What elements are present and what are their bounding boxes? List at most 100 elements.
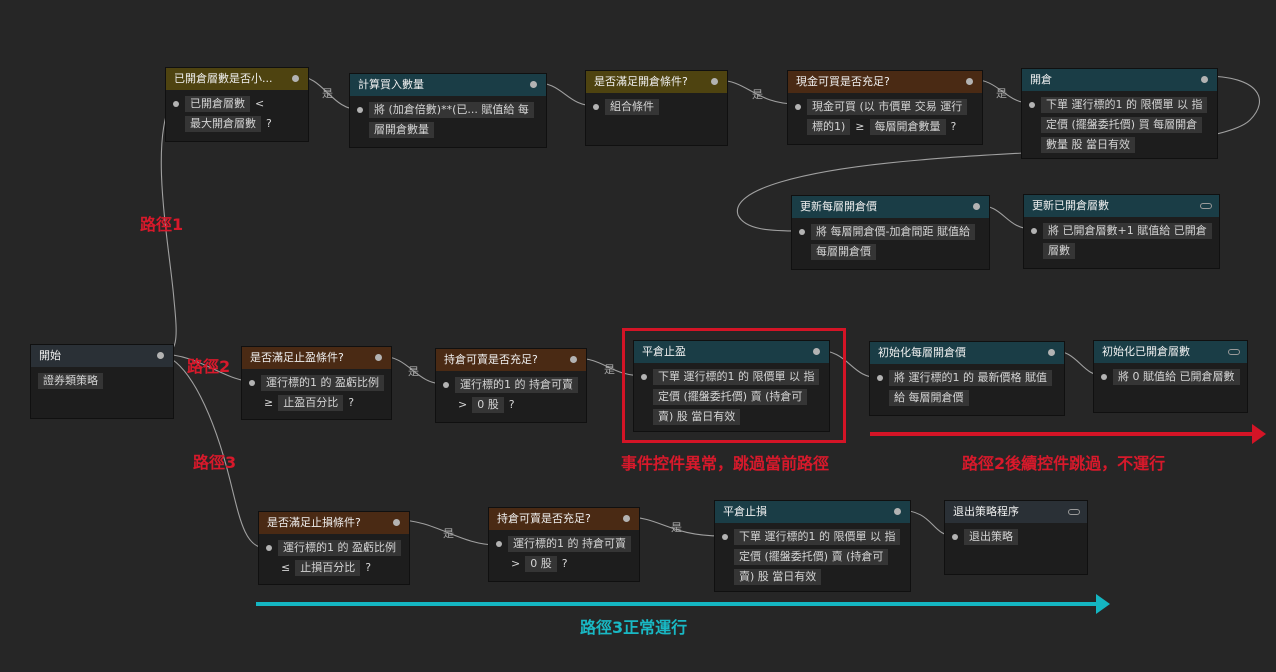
strategy-type-pill[interactable]: 證券類策略 — [38, 373, 103, 389]
variable-pill[interactable]: 每層開倉數量 — [869, 119, 946, 135]
variable-pill[interactable]: 止損百分比 — [295, 560, 361, 576]
input-port-icon[interactable] — [266, 545, 272, 551]
input-port-icon[interactable] — [799, 229, 805, 235]
path2-skip-note: 路徑2後續控件跳過，不運行 — [962, 454, 1166, 473]
node-title: 現金可買是否充足? — [796, 75, 890, 88]
node-title: 持倉可賣是否充足? — [444, 353, 538, 366]
node-init-layer-count[interactable]: 初始化已開倉層數 將 0 賦值給 已開倉層數 — [1093, 340, 1248, 413]
output-port-icon[interactable] — [393, 519, 400, 526]
expression-pill[interactable]: 運行標的1 的 持倉可賣 — [455, 377, 578, 393]
input-port-icon[interactable] — [952, 534, 958, 540]
assign-pill[interactable]: 將 已開倉層數+1 賦值給 已開倉 — [1043, 223, 1212, 239]
order-pill[interactable]: 下單 運行標的1 的 限價單 以 指 — [1041, 97, 1208, 113]
action-pill[interactable]: 退出策略 — [964, 529, 1018, 545]
node-init-layer-price[interactable]: 初始化每層開倉價 將 運行標的1 的 最新價格 賦值給 每層開倉價 — [869, 341, 1065, 416]
order-pill[interactable]: 下單 運行標的1 的 限價單 以 指 — [734, 529, 901, 545]
input-port-icon[interactable] — [795, 104, 801, 110]
input-port-icon[interactable] — [1101, 374, 1107, 380]
output-port-icon[interactable] — [973, 203, 980, 210]
value-pill[interactable]: 0 股 — [472, 397, 504, 413]
assign-pill[interactable]: 層數 — [1043, 243, 1075, 259]
node-exit-strategy[interactable]: 退出策略程序 退出策略 — [944, 500, 1088, 575]
assign-pill[interactable]: 給 每層開倉價 — [889, 390, 969, 406]
input-port-icon[interactable] — [593, 104, 599, 110]
operator-text: > — [511, 557, 521, 570]
operator-text: ≤ — [281, 561, 291, 574]
path3-normal-note: 路徑3正常運行 — [580, 618, 688, 637]
node-title: 平倉止損 — [723, 505, 767, 518]
node-calc-buy-qty[interactable]: 計算買入數量 將 (加倉倍數)**(已... 賦值給 每層開倉數量 — [349, 73, 547, 148]
input-port-icon[interactable] — [1031, 228, 1037, 234]
output-port-icon[interactable] — [623, 515, 630, 522]
expression-pill[interactable]: 標的1) — [807, 119, 851, 135]
node-title: 開倉 — [1030, 73, 1052, 86]
output-port-icon[interactable] — [530, 81, 537, 88]
node-layer-check[interactable]: 已開倉層數是否小... 已開倉層數 < 最大開倉層數? — [165, 67, 309, 142]
question-text: ? — [266, 117, 272, 130]
path3-normal-arrow-head — [1096, 594, 1110, 614]
output-port-icon[interactable] — [1048, 349, 1055, 356]
node-open-condition[interactable]: 是否滿足開倉條件? 組合條件 — [585, 70, 728, 146]
node-update-layer-count[interactable]: 更新已開倉層數 將 已開倉層數+1 賦值給 已開倉 層數 — [1023, 194, 1220, 269]
order-pill[interactable]: 數量 股 當日有效 — [1041, 137, 1135, 153]
expression-pill[interactable]: 運行標的1 的 盈虧比例 — [278, 540, 401, 556]
node-title: 計算買入數量 — [358, 78, 424, 91]
variable-pill[interactable]: 最大開倉層數 — [185, 116, 261, 132]
node-sellable-check[interactable]: 持倉可賣是否充足? 運行標的1 的 持倉可賣 >0 股? — [435, 348, 587, 423]
expression-pill[interactable]: 運行標的1 的 盈虧比例 — [261, 375, 384, 391]
assign-pill[interactable]: 將 每層開倉價-加倉間距 賦值給 — [811, 224, 975, 240]
condition-pill[interactable]: 組合條件 — [605, 99, 659, 115]
node-title: 是否滿足止損條件? — [267, 516, 361, 529]
assign-pill[interactable]: 將 0 賦值給 已開倉層數 — [1113, 369, 1240, 385]
flow-canvas[interactable]: 是 是 是 是 是 是 是 已開倉層數是否小... 已開倉層數 < 最大開倉層數? … — [0, 0, 1276, 672]
order-pill[interactable]: 定價 (擺盤委托價) 賣 (持倉可 — [734, 549, 889, 565]
input-port-icon[interactable] — [173, 101, 179, 107]
output-port-icon[interactable] — [1201, 76, 1208, 83]
node-title: 更新已開倉層數 — [1032, 199, 1109, 212]
input-port-icon[interactable] — [443, 382, 449, 388]
end-port-icon — [1068, 509, 1080, 515]
output-port-icon[interactable] — [894, 508, 901, 515]
node-sellable-check-2[interactable]: 持倉可賣是否充足? 運行標的1 的 持倉可賣 >0 股? — [488, 507, 640, 582]
event-error-highlight-box — [622, 328, 846, 443]
assign-pill[interactable]: 將 運行標的1 的 最新價格 賦值 — [889, 370, 1052, 386]
input-port-icon[interactable] — [357, 107, 363, 113]
output-port-icon[interactable] — [375, 354, 382, 361]
input-port-icon[interactable] — [722, 534, 728, 540]
variable-pill[interactable]: 止盈百分比 — [278, 395, 344, 411]
input-port-icon[interactable] — [496, 541, 502, 547]
assign-pill[interactable]: 層開倉數量 — [369, 122, 434, 138]
assign-pill[interactable]: 將 (加倉倍數)**(已... 賦值給 每 — [369, 102, 534, 118]
output-port-icon[interactable] — [292, 75, 299, 82]
node-update-layer-price[interactable]: 更新每層開倉價 將 每層開倉價-加倉間距 賦值給 每層開倉價 — [791, 195, 990, 270]
expression-pill[interactable]: 運行標的1 的 持倉可賣 — [508, 536, 631, 552]
input-port-icon[interactable] — [249, 380, 255, 386]
question-text: ? — [561, 557, 568, 570]
node-title: 持倉可賣是否充足? — [497, 512, 591, 525]
assign-pill[interactable]: 每層開倉價 — [811, 244, 876, 260]
node-stop-loss-condition[interactable]: 是否滿足止損條件? 運行標的1 的 盈虧比例 ≤ 止損百分比? — [258, 511, 410, 585]
node-cash-check[interactable]: 現金可買是否充足? 現金可買 (以 市價單 交易 運行 標的1) ≥ 每層開倉數量? — [787, 70, 983, 145]
node-take-profit-condition[interactable]: 是否滿足止盈條件? 運行標的1 的 盈虧比例 ≥ 止盈百分比? — [241, 346, 392, 420]
variable-pill[interactable]: 已開倉層數 — [185, 96, 250, 112]
input-port-icon[interactable] — [1029, 102, 1035, 108]
node-close-stop-loss[interactable]: 平倉止損 下單 運行標的1 的 限價單 以 指定價 (擺盤委托價) 賣 (持倉可… — [714, 500, 911, 592]
output-port-icon[interactable] — [966, 78, 973, 85]
order-pill[interactable]: 賣) 股 當日有效 — [734, 569, 822, 585]
order-pill[interactable]: 定價 (擺盤委托價) 買 每層開倉 — [1041, 117, 1203, 133]
path2-skip-arrow-head — [1252, 424, 1266, 444]
expression-pill[interactable]: 現金可買 (以 市價單 交易 運行 — [807, 99, 968, 115]
node-start[interactable]: 開始 證券類策略 — [30, 344, 174, 419]
value-pill[interactable]: 0 股 — [525, 556, 557, 572]
output-port-icon[interactable] — [711, 78, 718, 85]
question-text: ? — [365, 561, 372, 574]
input-port-icon[interactable] — [877, 375, 883, 381]
node-open-position[interactable]: 開倉 下單 運行標的1 的 限價單 以 指定價 (擺盤委托價) 買 每層開倉 數量… — [1021, 68, 1218, 159]
wire-label-yes: 是 — [408, 365, 419, 378]
output-port-icon[interactable] — [570, 356, 577, 363]
event-error-note: 事件控件異常，跳過當前路徑 — [621, 454, 830, 473]
node-title: 是否滿足開倉條件? — [594, 75, 688, 88]
path2-label: 路徑2 — [187, 357, 231, 376]
node-title: 開始 — [39, 349, 61, 362]
output-port-icon[interactable] — [157, 352, 164, 359]
